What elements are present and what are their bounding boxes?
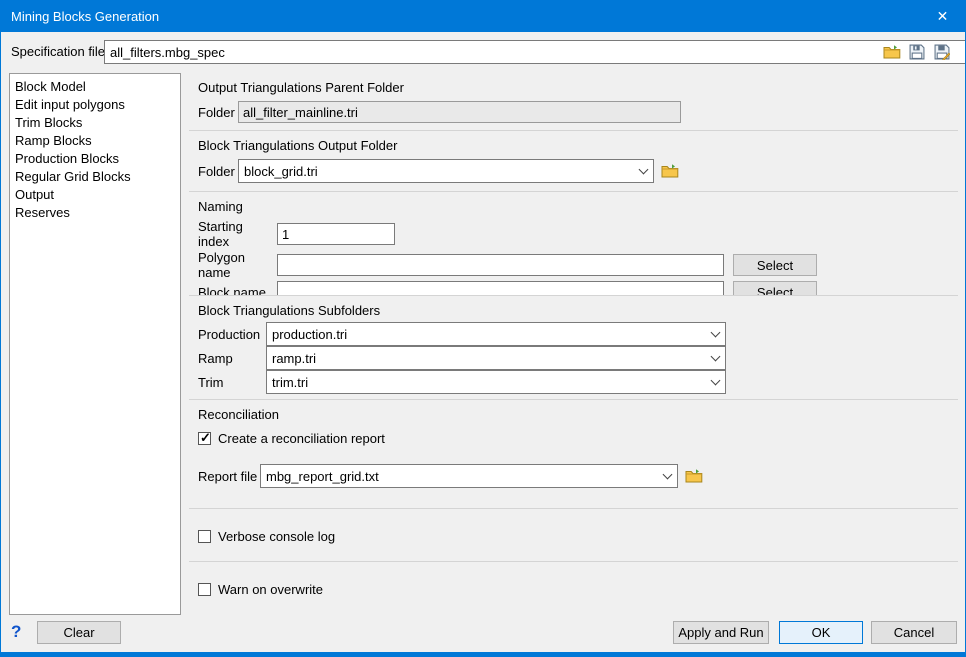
- save-icon[interactable]: [907, 42, 926, 61]
- warn-on-overwrite-label: Warn on overwrite: [218, 582, 323, 597]
- block-name-field[interactable]: [277, 281, 724, 296]
- trim-value: trim.tri: [272, 375, 706, 390]
- sidebar-item-block-model[interactable]: Block Model: [10, 77, 180, 95]
- footer-bar: ? Clear Apply and Run OK Cancel: [1, 615, 965, 652]
- chevron-down-icon[interactable]: [706, 347, 725, 369]
- browse-report-folder-icon[interactable]: [684, 467, 703, 486]
- section-parent-folder: Output Triangulations Parent Folder Fold…: [189, 73, 958, 131]
- mining-blocks-generation-dialog: Mining Blocks Generation ✕ Specification…: [0, 0, 966, 657]
- section-output-folder: Block Triangulations Output Folder Folde…: [189, 131, 958, 192]
- section-warn: Warn on overwrite: [189, 562, 958, 614]
- section-title: Block Triangulations Subfolders: [198, 303, 949, 318]
- ramp-value: ramp.tri: [272, 351, 706, 366]
- production-label: Production: [198, 327, 266, 342]
- settings-panel: Output Triangulations Parent Folder Fold…: [189, 73, 958, 615]
- open-folder-icon[interactable]: [882, 42, 901, 61]
- production-combobox[interactable]: production.tri: [266, 322, 726, 346]
- sidebar-item-edit-input-polygons[interactable]: Edit input polygons: [10, 95, 180, 113]
- section-title: Naming: [198, 199, 949, 214]
- chevron-down-icon[interactable]: [706, 323, 725, 345]
- section-subfolders: Block Triangulations Subfolders Producti…: [189, 296, 958, 400]
- clear-button[interactable]: Clear: [37, 621, 121, 644]
- parent-folder-field[interactable]: [238, 101, 681, 123]
- ok-button[interactable]: OK: [779, 621, 863, 644]
- sidebar-item-output[interactable]: Output: [10, 185, 180, 203]
- window-title: Mining Blocks Generation: [11, 9, 159, 24]
- reconciliation-report-checkbox-label: Create a reconciliation report: [218, 431, 385, 446]
- chevron-down-icon[interactable]: [634, 160, 653, 182]
- section-reconciliation: Reconciliation Create a reconciliation r…: [189, 400, 958, 509]
- spec-file-value: all_filters.mbg_spec: [110, 45, 966, 60]
- polygon-name-field[interactable]: [277, 254, 724, 276]
- verbose-console-log-label: Verbose console log: [218, 529, 335, 544]
- titlebar: Mining Blocks Generation ✕: [1, 1, 965, 32]
- starting-index-label: Starting index: [198, 219, 277, 249]
- section-title: Reconciliation: [198, 407, 949, 422]
- report-file-value: mbg_report_grid.txt: [266, 469, 658, 484]
- spec-file-row: Specification file all_filters.mbg_spec: [1, 32, 965, 72]
- parent-folder-label: Folder: [198, 105, 238, 120]
- report-file-label: Report file: [198, 469, 260, 484]
- close-icon[interactable]: ✕: [920, 1, 965, 32]
- section-title: Output Triangulations Parent Folder: [198, 80, 949, 95]
- sidebar-item-regular-grid-blocks[interactable]: Regular Grid Blocks: [10, 167, 180, 185]
- spec-file-combobox[interactable]: all_filters.mbg_spec: [104, 40, 966, 64]
- polygon-select-button[interactable]: Select: [733, 254, 817, 276]
- sidebar-item-trim-blocks[interactable]: Trim Blocks: [10, 113, 180, 131]
- chevron-down-icon[interactable]: [658, 465, 677, 487]
- trim-combobox[interactable]: trim.tri: [266, 370, 726, 394]
- ramp-label: Ramp: [198, 351, 266, 366]
- sidebar-item-production-blocks[interactable]: Production Blocks: [10, 149, 180, 167]
- block-name-label: Block name: [198, 285, 277, 297]
- warn-on-overwrite-checkbox[interactable]: [198, 583, 211, 596]
- apply-and-run-button[interactable]: Apply and Run: [673, 621, 769, 644]
- output-folder-label: Folder: [198, 164, 238, 179]
- trim-label: Trim: [198, 375, 266, 390]
- section-title: Block Triangulations Output Folder: [198, 138, 949, 153]
- sidebar-item-ramp-blocks[interactable]: Ramp Blocks: [10, 131, 180, 149]
- output-folder-combobox[interactable]: block_grid.tri: [238, 159, 654, 183]
- help-icon[interactable]: ?: [11, 622, 21, 642]
- block-select-button[interactable]: Select: [733, 281, 817, 296]
- production-value: production.tri: [272, 327, 706, 342]
- browse-folder-icon[interactable]: [660, 162, 679, 181]
- sidebar-item-reserves[interactable]: Reserves: [10, 203, 180, 221]
- section-naming: Naming Starting index Polygon name Selec…: [189, 192, 958, 296]
- report-file-combobox[interactable]: mbg_report_grid.txt: [260, 464, 678, 488]
- save-as-icon[interactable]: [932, 42, 951, 61]
- chevron-down-icon[interactable]: [706, 371, 725, 393]
- cancel-button[interactable]: Cancel: [871, 621, 957, 644]
- output-folder-value: block_grid.tri: [244, 164, 634, 179]
- ramp-combobox[interactable]: ramp.tri: [266, 346, 726, 370]
- section-verbose: Verbose console log: [189, 509, 958, 562]
- polygon-name-label: Polygon name: [198, 250, 277, 280]
- reconciliation-report-checkbox[interactable]: [198, 432, 211, 445]
- category-list: Block Model Edit input polygons Trim Blo…: [9, 73, 181, 615]
- starting-index-field[interactable]: [277, 223, 395, 245]
- verbose-console-log-checkbox[interactable]: [198, 530, 211, 543]
- spec-file-label: Specification file: [11, 44, 105, 59]
